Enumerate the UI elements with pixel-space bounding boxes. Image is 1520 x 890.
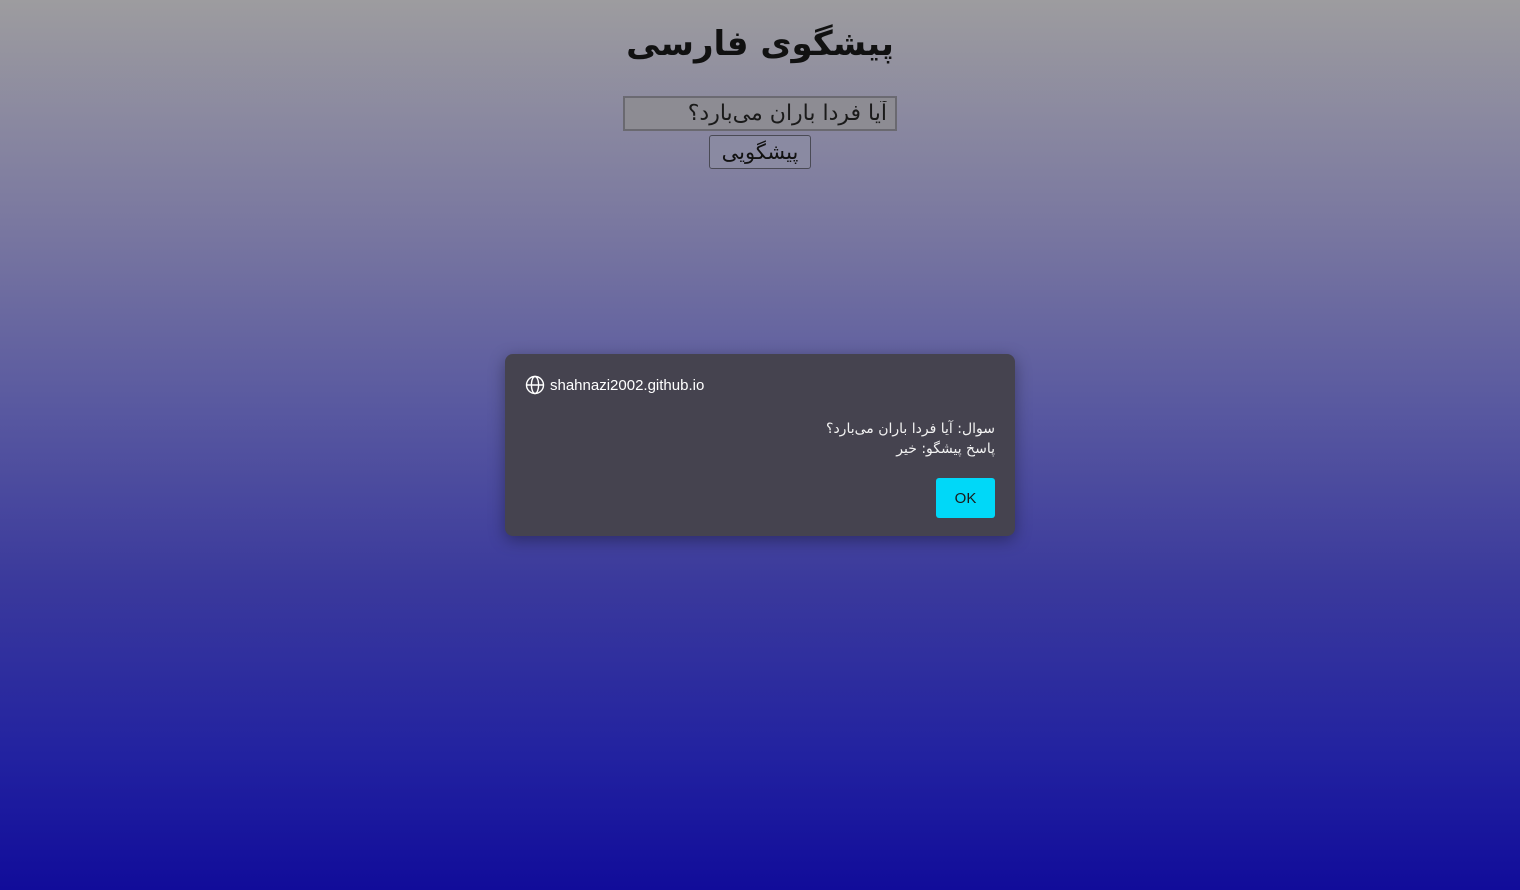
dialog-origin: shahnazi2002.github.io [525,375,704,395]
dialog-message-question: سوال: آیا فردا باران می‌بارد؟ [826,421,995,437]
dialog-origin-text: shahnazi2002.github.io [550,376,705,394]
predict-button[interactable]: پیشگویی [709,135,811,169]
question-input[interactable] [623,96,897,131]
page-title: پیشگوی فارسی [626,24,894,64]
dialog-message: سوال: آیا فردا باران می‌بارد؟ پاسخ پیشگو… [525,419,995,459]
ok-button[interactable]: OK [936,478,995,518]
alert-dialog: shahnazi2002.github.io سوال: آیا فردا با… [505,354,1015,536]
dialog-message-answer: پاسخ پیشگو: خیر [896,441,995,457]
globe-icon [525,375,545,395]
